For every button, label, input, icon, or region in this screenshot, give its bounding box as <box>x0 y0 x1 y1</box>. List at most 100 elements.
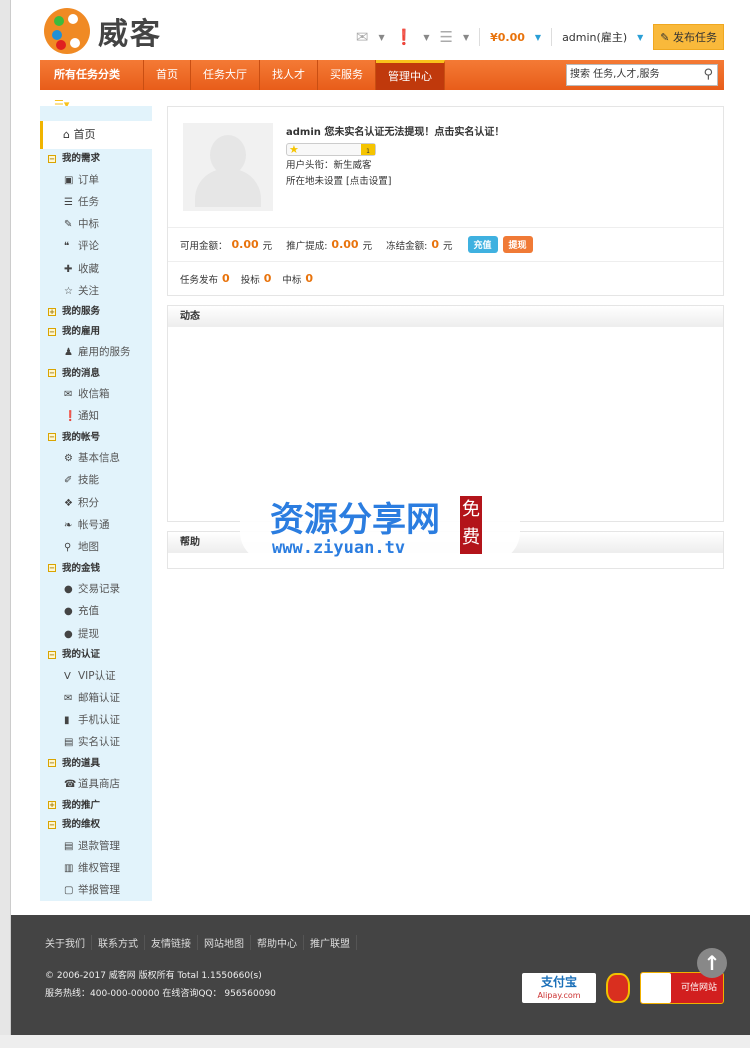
collapse-icon[interactable]: − <box>48 154 56 163</box>
sidebar-item-label: 基本信息 <box>78 452 120 465</box>
menu-item-icon: ⚲ <box>64 542 72 554</box>
footer-link[interactable]: 联系方式 <box>92 935 145 950</box>
profile-card: admin 您未实名认证无法提现！点击实名认证！ ★ 1 用户头衔：新生威客 所在… <box>167 106 724 296</box>
expand-icon[interactable]: + <box>48 801 56 810</box>
sidebar-item[interactable]: ▮ 手机认证 <box>40 709 152 731</box>
user-rank: 用户头衔：新生威客 <box>286 160 372 171</box>
sidebar-item[interactable]: ▥ 维权管理 <box>40 857 152 879</box>
sidebar-item[interactable]: ☰ 任务 <box>40 191 152 213</box>
collapse-icon[interactable]: − <box>48 820 56 829</box>
back-to-top-button[interactable]: ↑ <box>697 948 727 978</box>
sidebar-group[interactable]: − 我的雇用 <box>40 322 152 342</box>
divider <box>479 28 481 46</box>
recharge-button[interactable]: 充值 <box>467 236 498 253</box>
sidebar-group[interactable]: − 我的帐号 <box>40 428 152 448</box>
sidebar-item[interactable]: ● 提现 <box>40 623 152 645</box>
avatar[interactable] <box>183 123 273 211</box>
footer-links: 关于我们 联系方式 友情链接 网站地图 帮助中心 推广联盟 <box>39 935 357 950</box>
rss-icon[interactable]: ☰ <box>440 28 453 46</box>
watermark: 资源分享网 www.ziyuan.tv 免费 <box>240 490 520 562</box>
footer-link[interactable]: 网站地图 <box>198 935 251 950</box>
sidebar-item[interactable]: V VIP认证 <box>40 665 152 687</box>
sidebar-item[interactable]: ♟ 雇用的服务 <box>40 341 152 363</box>
sidebar-item[interactable]: ▤ 实名认证 <box>40 731 152 753</box>
expand-icon[interactable]: + <box>48 308 56 317</box>
sidebar-item[interactable]: ▤ 退款管理 <box>40 835 152 857</box>
group-label: 我的认证 <box>62 649 101 661</box>
trust-text: 可信网站 <box>680 983 717 993</box>
footer-link[interactable]: 推广联盟 <box>304 935 357 950</box>
chevron-down-icon[interactable]: ▼ <box>637 33 643 42</box>
sidebar-item[interactable]: ✎ 中标 <box>40 213 152 235</box>
set-location-link[interactable]: [点击设置] <box>346 176 391 187</box>
sidebar-item[interactable]: ✉ 收信箱 <box>40 383 152 405</box>
nav-home[interactable]: 首页 <box>144 60 191 90</box>
chevron-down-icon[interactable]: ▼ <box>463 33 469 42</box>
search-input[interactable]: 搜索 任务,人才,服务 ⚲ <box>566 64 718 86</box>
alipay-badge[interactable]: 支付宝 Alipay.com <box>522 973 596 1003</box>
nav-management-center[interactable]: 管理中心 <box>376 60 445 90</box>
sidebar-item[interactable]: ✚ 收藏 <box>40 258 152 280</box>
sidebar-group[interactable]: − 我的维权 <box>40 815 152 835</box>
group-label: 我的消息 <box>62 367 101 379</box>
sidebar-group[interactable]: + 我的推广 <box>40 796 152 816</box>
sidebar-item-home[interactable]: ⌂ 首页 <box>40 121 152 149</box>
footer-link[interactable]: 关于我们 <box>39 935 92 950</box>
sidebar-item[interactable]: ● 交易记录 <box>40 578 152 600</box>
collapse-icon[interactable]: − <box>48 759 56 768</box>
sidebar-item[interactable]: ☎ 道具商店 <box>40 773 152 795</box>
publish-label: 发布任务 <box>673 31 717 44</box>
group-label: 我的帐号 <box>62 431 101 443</box>
sidebar-group[interactable]: + 我的服务 <box>40 302 152 322</box>
notice-icon[interactable]: ❗ <box>395 28 414 46</box>
sidebar-group[interactable]: − 我的消息 <box>40 364 152 384</box>
unit: 元 <box>442 240 453 252</box>
sidebar-item[interactable]: ❗ 通知 <box>40 405 152 427</box>
menu-item-icon: ❖ <box>64 497 73 509</box>
sidebar-item[interactable]: ▣ 订单 <box>40 169 152 191</box>
gov-badge-icon[interactable] <box>606 973 630 1003</box>
user-menu[interactable]: admin(雇主) <box>562 29 627 45</box>
nav-task-hall[interactable]: 任务大厅 <box>191 60 260 90</box>
sidebar-item[interactable]: ⚲ 地图 <box>40 536 152 558</box>
sidebar-item[interactable]: ⚙ 基本信息 <box>40 447 152 469</box>
balance-menu[interactable]: ¥0.00 <box>490 31 525 44</box>
collapse-icon[interactable]: − <box>48 433 56 442</box>
sidebar-item[interactable]: ● 充值 <box>40 600 152 622</box>
promo-label: 推广提成: <box>286 240 328 252</box>
nav-all-categories[interactable]: 所有任务分类 ☰▾ <box>40 60 144 111</box>
chevron-down-icon[interactable]: ▼ <box>379 33 385 42</box>
sidebar-group[interactable]: − 我的认证 <box>40 645 152 665</box>
chevron-down-icon[interactable]: ▼ <box>535 33 541 42</box>
mail-icon[interactable]: ✉ <box>356 28 369 46</box>
sidebar-item[interactable]: ❝ 评论 <box>40 235 152 257</box>
sidebar-item[interactable]: ❖ 积分 <box>40 492 152 514</box>
collapse-icon[interactable]: − <box>48 369 56 378</box>
collapse-icon[interactable]: − <box>48 564 56 573</box>
search-icon[interactable]: ⚲ <box>703 65 713 85</box>
collapse-icon[interactable]: − <box>48 327 56 336</box>
menu-item-icon: ▢ <box>64 885 74 897</box>
publish-task-button[interactable]: ✎ 发布任务 <box>653 24 724 50</box>
sidebar-item[interactable]: ✉ 邮箱认证 <box>40 687 152 709</box>
withdraw-button[interactable]: 提现 <box>502 236 533 253</box>
menu-item-icon: ✐ <box>64 475 73 487</box>
footer-link[interactable]: 帮助中心 <box>251 935 304 950</box>
nav-find-talent[interactable]: 找人才 <box>260 60 318 90</box>
sidebar-item[interactable]: ❧ 帐号通 <box>40 514 152 536</box>
site-logo[interactable]: 威客 <box>44 8 162 54</box>
verify-notice[interactable]: admin 您未实名认证无法提现！点击实名认证！ <box>286 125 504 141</box>
sidebar-group[interactable]: − 我的金钱 <box>40 559 152 579</box>
sidebar-item-label: 通知 <box>78 410 99 423</box>
sidebar-group[interactable]: − 我的道具 <box>40 754 152 774</box>
nav-buy-service[interactable]: 买服务 <box>318 60 376 90</box>
chevron-down-icon[interactable]: ▼ <box>423 33 429 42</box>
palette-logo-icon <box>44 8 90 54</box>
sidebar-item[interactable]: ☆ 关注 <box>40 280 152 302</box>
collapse-icon[interactable]: − <box>48 650 56 659</box>
sidebar-item[interactable]: ✐ 技能 <box>40 469 152 491</box>
sidebar-item[interactable]: ▢ 举报管理 <box>40 879 152 901</box>
footer-link[interactable]: 友情链接 <box>145 935 198 950</box>
sidebar-group[interactable]: − 我的需求 <box>40 149 152 169</box>
balance-value: 0.00 <box>231 238 259 251</box>
